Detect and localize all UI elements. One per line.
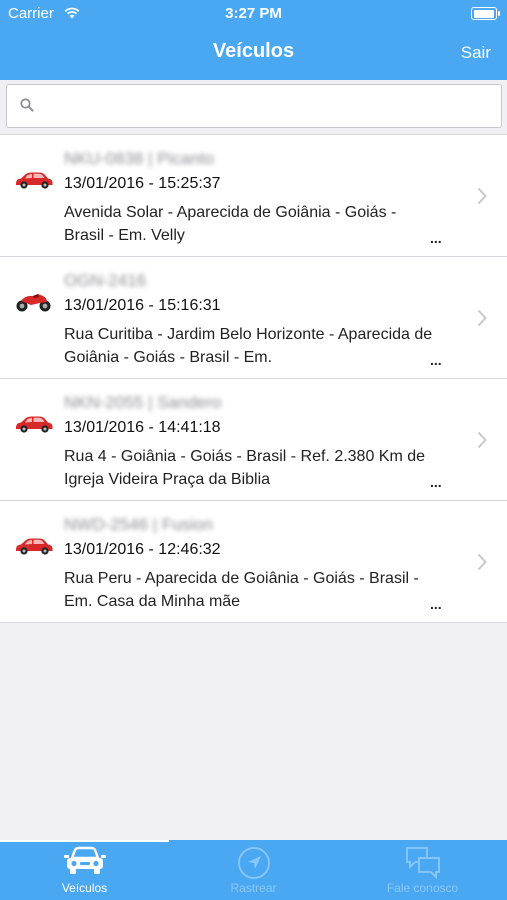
navigation-arrow-icon xyxy=(237,846,271,885)
vehicle-plate: NKU-0838 | Picanto xyxy=(64,149,214,168)
tab-label: Rastrear xyxy=(230,881,277,895)
tab-label: Fale conosco xyxy=(386,881,459,895)
vehicle-address: Avenida Solar - Aparecida de Goiânia - G… xyxy=(64,204,397,244)
vehicle-address: Rua Peru - Aparecida de Goiânia - Goiás … xyxy=(64,570,419,610)
chevron-right-icon xyxy=(477,553,487,576)
car-icon xyxy=(14,535,54,557)
car-icon xyxy=(14,169,54,191)
tab-label: Veículos xyxy=(61,881,108,895)
top-header: Carrier 3:27 PM Veículos Sair xyxy=(0,0,507,80)
vehicle-row[interactable]: NKU-0838 | Picanto 13/01/2016 - 15:25:37… xyxy=(0,135,507,257)
car-icon xyxy=(14,413,54,435)
tab-bar: Veículos Rastrear Fale conosco xyxy=(0,840,507,900)
vehicle-plate: NKN-2055 | Sandero xyxy=(64,393,222,412)
vehicle-plate: OGN-2416 xyxy=(64,271,147,290)
vehicle-datetime: 13/01/2016 - 14:41:18 xyxy=(64,419,221,436)
vehicle-row[interactable]: NKN-2055 | Sandero 13/01/2016 - 14:41:18… xyxy=(0,379,507,501)
logout-button[interactable]: Sair xyxy=(461,43,491,63)
tab-rastrear[interactable]: Rastrear xyxy=(169,840,338,900)
tab-veiculos[interactable]: Veículos xyxy=(0,840,169,900)
vehicle-datetime: 13/01/2016 - 12:46:32 xyxy=(64,541,221,558)
status-bar: Carrier 3:27 PM xyxy=(0,0,507,30)
vehicle-list: NKU-0838 | Picanto 13/01/2016 - 15:25:37… xyxy=(0,134,507,623)
chevron-right-icon xyxy=(477,309,487,332)
vehicle-row[interactable]: OGN-2416 13/01/2016 - 15:16:31 Rua Curit… xyxy=(0,257,507,379)
more-indicator: ... xyxy=(430,230,442,246)
vehicle-address: Rua Curitiba - Jardim Belo Horizonte - A… xyxy=(64,326,433,366)
battery-icon xyxy=(471,7,500,20)
vehicle-address: Rua 4 - Goiânia - Goiás - Brasil - Ref. … xyxy=(64,448,426,488)
more-indicator: ... xyxy=(430,474,442,490)
status-time: 3:27 PM xyxy=(225,5,282,22)
tab-fale-conosco[interactable]: Fale conosco xyxy=(338,840,507,900)
vehicle-row[interactable]: NWD-2546 | Fusion 13/01/2016 - 12:46:32 … xyxy=(0,501,507,623)
more-indicator: ... xyxy=(430,352,442,368)
search-input[interactable] xyxy=(43,85,493,127)
search-field[interactable] xyxy=(6,84,502,128)
page-title: Veículos xyxy=(212,40,295,62)
chevron-right-icon xyxy=(477,187,487,210)
chat-bubbles-icon xyxy=(405,846,441,885)
search-bar xyxy=(0,80,507,132)
vehicle-plate: NWD-2546 | Fusion xyxy=(64,515,213,534)
car-front-icon xyxy=(63,846,107,881)
chevron-right-icon xyxy=(477,431,487,454)
vehicle-datetime: 13/01/2016 - 15:16:31 xyxy=(64,297,221,314)
vehicle-datetime: 13/01/2016 - 15:25:37 xyxy=(64,175,221,192)
motorcycle-icon xyxy=(14,291,54,313)
search-icon xyxy=(20,98,34,117)
more-indicator: ... xyxy=(430,596,442,612)
